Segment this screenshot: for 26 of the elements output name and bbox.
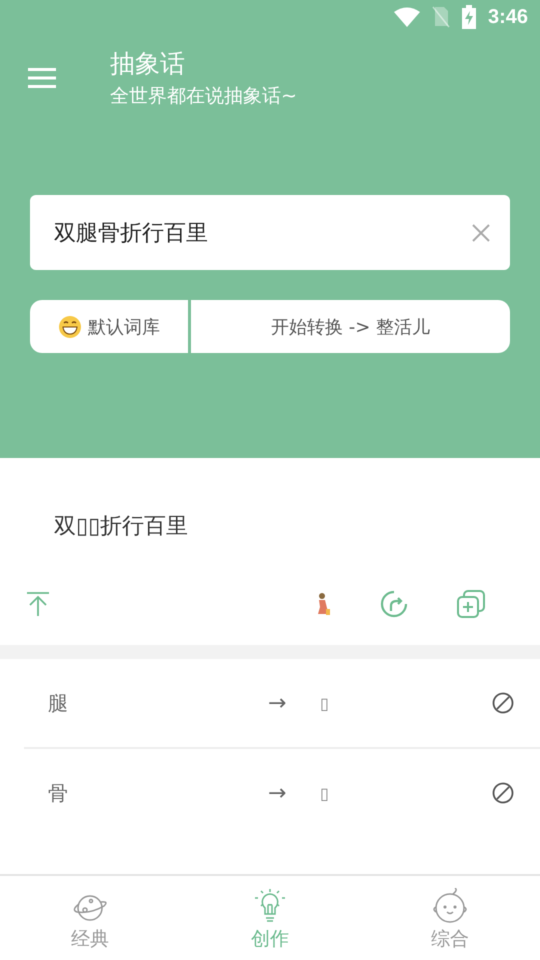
block-icon[interactable]: [492, 692, 514, 714]
no-sim-icon: [432, 6, 450, 28]
dictionary-button[interactable]: 默认词库: [30, 300, 188, 353]
target-char: ▯: [320, 784, 330, 802]
grinning-face-icon: [58, 314, 82, 338]
menu-icon[interactable]: [28, 68, 56, 88]
status-time: 3:46: [488, 6, 528, 28]
source-char: 骨: [47, 780, 69, 806]
input-field[interactable]: 双腿骨折行百里: [30, 195, 510, 270]
convert-button[interactable]: 开始转换 -> 整活儿: [191, 300, 510, 353]
close-icon[interactable]: [472, 224, 490, 242]
scroll-top-icon[interactable]: [27, 592, 49, 616]
app-title: 抽象话: [110, 48, 186, 80]
arrow-glyph: →: [268, 690, 288, 716]
target-char: ▯: [320, 694, 330, 712]
copy-add-icon[interactable]: [456, 589, 486, 619]
wifi-icon: [394, 7, 420, 27]
source-char: 腿: [47, 690, 69, 716]
battery-charging-icon: [462, 5, 476, 29]
result-text: 双▯▯折行百里: [53, 513, 190, 541]
app-subtitle: 全世界都在说抽象话~: [110, 84, 297, 109]
arrow-glyph: →: [268, 780, 288, 806]
baby-face-icon: [431, 888, 469, 924]
lightbulb-icon: [253, 888, 287, 924]
refresh-icon[interactable]: [379, 589, 409, 619]
block-icon[interactable]: [492, 782, 514, 804]
